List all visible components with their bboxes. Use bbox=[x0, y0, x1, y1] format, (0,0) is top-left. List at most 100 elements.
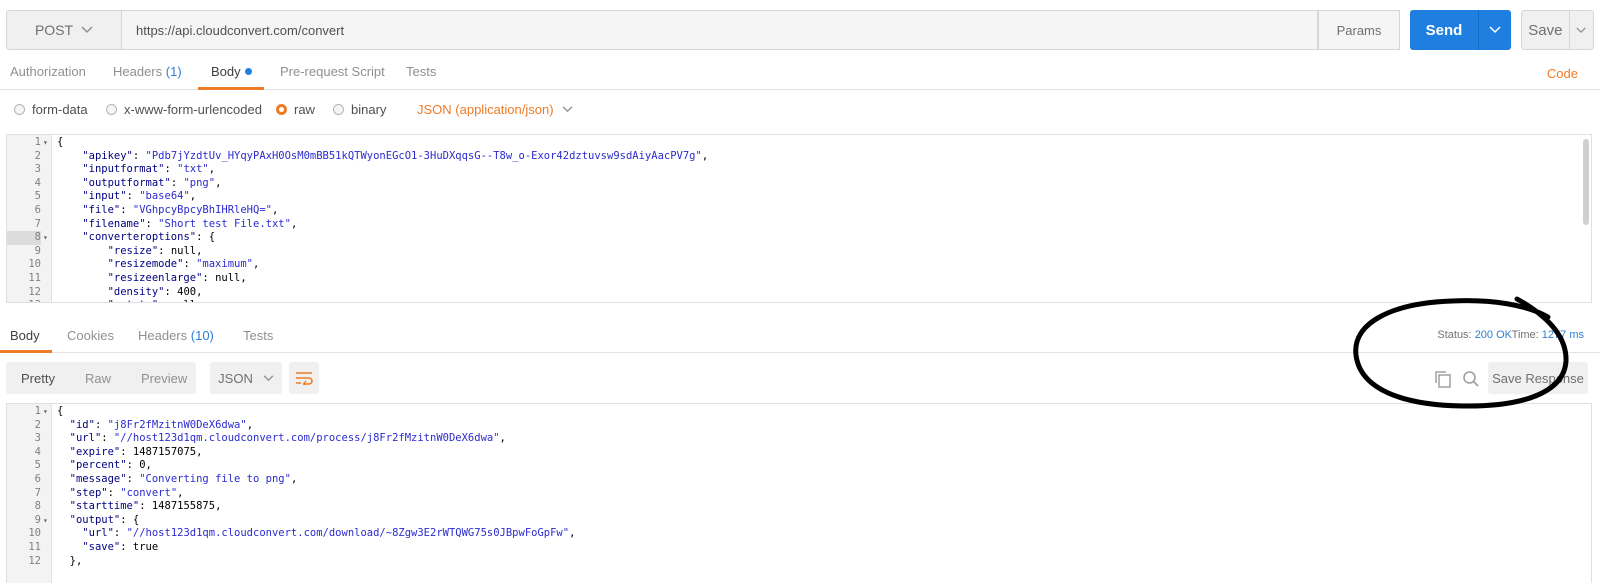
save-label: Save bbox=[1528, 21, 1563, 39]
line-number: 8 bbox=[34, 500, 41, 513]
code-text: "density": 400, bbox=[107, 285, 203, 298]
response-tab-tests[interactable]: Tests bbox=[243, 328, 273, 343]
code-text: "outputformat": "png", bbox=[82, 176, 222, 189]
line-number: 6 bbox=[34, 203, 41, 216]
method-select[interactable]: POST bbox=[6, 10, 122, 50]
code-text: "input": "base64", bbox=[82, 190, 197, 203]
body-type-selector: form-data x-www-form-urlencoded raw bina… bbox=[14, 100, 1574, 122]
code-text: "converteroptions": { bbox=[82, 231, 216, 244]
code-line: 6 "message": "Converting file to png", bbox=[7, 473, 1591, 487]
format-select[interactable]: JSON bbox=[210, 362, 282, 394]
line-number: 12 bbox=[28, 554, 41, 567]
code-line: 6 "file": "VGhpcyBpcyBhIHRleHQ=", bbox=[7, 204, 1591, 218]
fold-toggle-icon[interactable]: ▾ bbox=[43, 231, 48, 245]
content-type-select[interactable]: JSON (application/json) bbox=[417, 102, 573, 117]
copy-button[interactable] bbox=[1432, 368, 1454, 390]
code-text: "step": "convert", bbox=[69, 486, 184, 499]
code-line: 3 "inputformat": "txt", bbox=[7, 163, 1591, 177]
line-number: 4 bbox=[34, 176, 41, 189]
time-value: 1277 ms bbox=[1541, 329, 1584, 341]
url-input[interactable]: https://api.cloudconvert.com/convert bbox=[122, 10, 1318, 50]
response-code-lines: 1 ▾{2 "id": "j8Fr2fMzitnW0DeX6dwa", 3 "url… bbox=[7, 405, 1591, 568]
code-text: "resizeenlarge": null, bbox=[107, 271, 247, 284]
response-tab-headers[interactable]: Headers (10) bbox=[138, 328, 214, 343]
code-text: "apikey": "Pdb7jYzdtUv_HYqyPAxH0OsM0mBB5… bbox=[82, 149, 709, 162]
modified-dot-icon bbox=[244, 68, 252, 75]
fold-toggle-icon[interactable]: ▾ bbox=[43, 405, 48, 419]
response-tab-headers-label: Headers bbox=[138, 328, 188, 343]
wrap-lines-button[interactable] bbox=[289, 362, 319, 394]
params-button[interactable]: Params bbox=[1318, 10, 1400, 50]
response-body-editor[interactable]: 1 ▾{2 "id": "j8Fr2fMzitnW0DeX6dwa", 3 "url… bbox=[6, 403, 1592, 583]
code-line: 12 }, bbox=[7, 555, 1591, 569]
radio-urlencoded[interactable]: x-www-form-urlencoded bbox=[106, 102, 262, 117]
code-line: 1 ▾ { bbox=[7, 136, 1591, 150]
request-code-lines: 1 ▾{2 "apikey": "Pdb7jYzdtUv_HYqyPAxH0OsM… bbox=[7, 136, 1591, 302]
code-text: { bbox=[57, 136, 64, 148]
copy-icon bbox=[1435, 371, 1451, 388]
tab-tests[interactable]: Tests bbox=[406, 64, 436, 79]
line-number: 11 bbox=[28, 540, 41, 553]
code-text: "expire": 1487157075, bbox=[69, 445, 203, 458]
line-number: 1 bbox=[34, 405, 41, 417]
radio-circle-icon bbox=[14, 104, 25, 115]
status-value: 200 OK bbox=[1474, 329, 1512, 341]
code-link[interactable]: Code bbox=[1547, 66, 1578, 81]
radio-raw[interactable]: raw bbox=[276, 102, 315, 117]
pretty-button[interactable]: Pretty bbox=[6, 371, 70, 386]
radio-form-data[interactable]: form-data bbox=[14, 102, 88, 117]
line-number: 9 bbox=[34, 244, 41, 257]
code-line: 5 "input": "base64", bbox=[7, 190, 1591, 204]
request-body-editor[interactable]: 1 ▾{2 "apikey": "Pdb7jYzdtUv_HYqyPAxH0OsM… bbox=[6, 134, 1592, 303]
save-button[interactable]: Save bbox=[1521, 10, 1594, 50]
line-number: 1 bbox=[34, 136, 41, 148]
radio-urlencoded-label: x-www-form-urlencoded bbox=[124, 102, 262, 117]
send-button[interactable]: Send bbox=[1410, 10, 1511, 50]
tab-body[interactable]: Body bbox=[211, 64, 252, 79]
code-line: 2 "apikey": "Pdb7jYzdtUv_HYqyPAxH0OsM0mB… bbox=[7, 150, 1591, 164]
content-type-label: JSON (application/json) bbox=[417, 102, 554, 117]
line-number: 9 bbox=[34, 513, 41, 526]
code-text: }, bbox=[57, 554, 83, 567]
code-line: 3 "url": "//host123d1qm.cloudconvert.com… bbox=[7, 432, 1591, 446]
line-number: 12 bbox=[28, 285, 41, 298]
line-number: 2 bbox=[34, 149, 41, 162]
request-tabs: Authorization Headers (1) Body Pre-reque… bbox=[0, 56, 1600, 90]
preview-button[interactable]: Preview bbox=[126, 371, 202, 386]
raw-button[interactable]: Raw bbox=[70, 371, 126, 386]
code-line: 1 ▾ { bbox=[7, 405, 1591, 419]
code-text: "filename": "Short test File.txt", bbox=[82, 217, 298, 230]
code-line: 13 "rotate": null bbox=[7, 299, 1591, 302]
code-text: "url": "//host123d1qm.cloudconvert.com/d… bbox=[82, 527, 576, 540]
code-text: "starttime": 1487155875, bbox=[69, 500, 222, 513]
fold-toggle-icon[interactable]: ▾ bbox=[43, 514, 48, 528]
tab-prerequest-script[interactable]: Pre-request Script bbox=[280, 64, 385, 79]
code-line: 11 "resizeenlarge": null, bbox=[7, 272, 1591, 286]
radio-binary[interactable]: binary bbox=[333, 102, 386, 117]
active-response-tab-indicator bbox=[0, 350, 52, 353]
search-button[interactable] bbox=[1460, 368, 1482, 390]
line-number: 7 bbox=[34, 486, 41, 499]
editor-scrollbar[interactable] bbox=[1583, 139, 1589, 225]
send-options-button[interactable] bbox=[1478, 10, 1511, 50]
line-number: 4 bbox=[34, 445, 41, 458]
active-tab-indicator bbox=[198, 87, 264, 90]
tab-authorization[interactable]: Authorization bbox=[10, 64, 86, 79]
line-number: 2 bbox=[34, 418, 41, 431]
radio-raw-label: raw bbox=[294, 102, 315, 117]
code-line: 7 "step": "convert", bbox=[7, 487, 1591, 501]
save-options-button[interactable] bbox=[1568, 11, 1593, 49]
chevron-down-icon bbox=[81, 26, 93, 34]
status-indicator: Status: 200 OK bbox=[1437, 329, 1512, 341]
fold-toggle-icon[interactable]: ▾ bbox=[43, 136, 48, 150]
response-tab-cookies[interactable]: Cookies bbox=[67, 328, 114, 343]
method-label: POST bbox=[34, 22, 74, 38]
save-response-button[interactable]: Save Response bbox=[1488, 362, 1588, 394]
chevron-down-icon bbox=[1576, 27, 1586, 33]
hand-drawn-circle-annotation bbox=[1353, 296, 1569, 409]
status-label: Status: bbox=[1437, 329, 1472, 341]
response-tab-body[interactable]: Body bbox=[10, 328, 40, 343]
line-number: 10 bbox=[28, 527, 41, 540]
tab-headers[interactable]: Headers (1) bbox=[113, 64, 182, 79]
time-label: Time: bbox=[1511, 329, 1539, 341]
